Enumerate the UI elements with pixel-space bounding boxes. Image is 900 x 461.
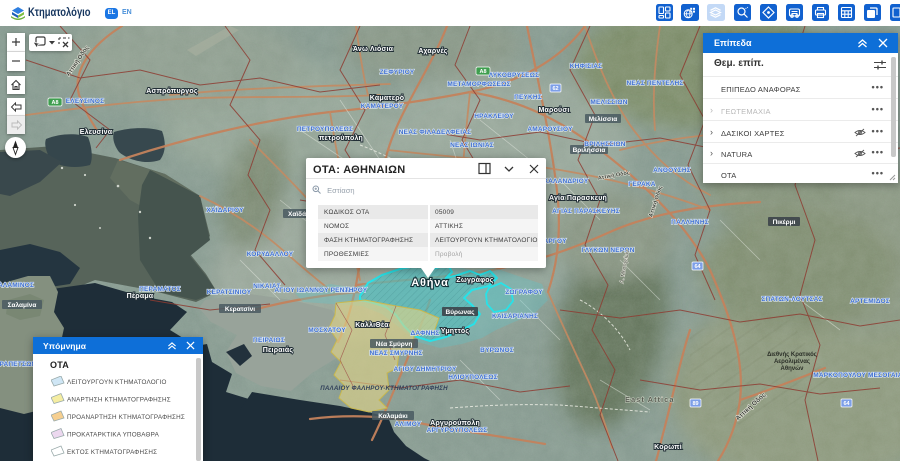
svg-text:ΜΟΣΧΑΤΟΥ: ΜΟΣΧΑΤΟΥ bbox=[308, 327, 346, 334]
svg-text:89: 89 bbox=[692, 401, 698, 407]
svg-text:ΑΓΙΟΥ ΔΗΜΗΤΡΙΟΥ: ΑΓΙΟΥ ΔΗΜΗΤΡΙΟΥ bbox=[394, 366, 457, 373]
svg-text:ΣΑΛΑΜΙΝΟΣ: ΣΑΛΑΜΙΝΟΣ bbox=[0, 282, 34, 289]
svg-text:Αργυρούπολη: Αργυρούπολη bbox=[430, 419, 480, 427]
svg-text:Αθήνα: Αθήνα bbox=[411, 277, 449, 289]
svg-text:ΑΛΙΜΟΥ: ΑΛΙΜΟΥ bbox=[395, 421, 422, 428]
svg-text:Κορωπί: Κορωπί bbox=[654, 444, 682, 451]
svg-text:ΠΡΟΚΑΤΑΡΚΤΙΚΑ ΥΠΟΒΑΘΡΑ: ΠΡΟΚΑΤΑΡΚΤΙΚΑ ΥΠΟΒΑΘΡΑ bbox=[67, 432, 160, 439]
svg-text:Αθηνών: Αθηνών bbox=[781, 366, 805, 372]
svg-text:ΠΑΛΛΗΝΗΣ: ΠΑΛΛΗΝΗΣ bbox=[671, 219, 709, 226]
svg-text:ΑΜΑΡΟΥΣΙΟΥ: ΑΜΑΡΟΥΣΙΟΥ bbox=[527, 126, 573, 133]
svg-text:Μαρούσι: Μαρούσι bbox=[539, 107, 570, 114]
svg-text:ΛΕΙΤΟΥΡΓΟΥΝ ΚΤΗΜΑΤΟΛΟΓΙΟ: ΛΕΙΤΟΥΡΓΟΥΝ ΚΤΗΜΑΤΟΛΟΓΙΟ bbox=[67, 379, 167, 386]
svg-text:ΕΛΕΥΣΙΝΟΣ: ΕΛΕΥΣΙΝΟΣ bbox=[66, 98, 105, 105]
svg-text:ΝΕΑΣ ΠΕΝΤΕΛΗΣ: ΝΕΑΣ ΠΕΝΤΕΛΗΣ bbox=[627, 80, 684, 87]
svg-text:Πειραιάς: Πειραιάς bbox=[263, 347, 294, 354]
svg-text:64: 64 bbox=[694, 264, 701, 270]
svg-text:ΠΕΥΚΗΣ: ΠΕΥΚΗΣ bbox=[514, 94, 542, 101]
svg-text:Βύρωνας: Βύρωνας bbox=[446, 309, 476, 316]
svg-text:Αερολιμένας: Αερολιμένας bbox=[774, 359, 810, 365]
svg-text:Πικέρμι: Πικέρμι bbox=[773, 219, 796, 226]
svg-text:ΜΑΡΚΟΠΟΥΛΟΥ ΜΕΣΟΓΑΙΑΣ: ΜΑΡΚΟΠΟΥΛΟΥ ΜΕΣΟΓΑΙΑΣ bbox=[813, 372, 900, 379]
svg-text:ΑΝΘΟΥΣΗΣ: ΑΝΘΟΥΣΗΣ bbox=[653, 167, 691, 174]
svg-text:ΚαλλιΘέα: ΚαλλιΘέα bbox=[355, 321, 389, 329]
svg-text:ΒΡΙΛΗΣΣΙΩΝ: ΒΡΙΛΗΣΣΙΩΝ bbox=[584, 141, 625, 148]
svg-text:ΝΕΑΣ ΣΜΥΡΝΗΣ: ΝΕΑΣ ΣΜΥΡΝΗΣ bbox=[369, 350, 422, 357]
svg-text:ΔΑΦΝΗΣ: ΔΑΦΝΗΣ bbox=[410, 330, 439, 337]
svg-text:ΠΡΟΑΝΑΡΤΗΣΗ ΚΤΗΜΑΤΟΓΡΑΦΗΣΗΣ: ΠΡΟΑΝΑΡΤΗΣΗ ΚΤΗΜΑΤΟΓΡΑΦΗΣΗΣ bbox=[67, 414, 185, 421]
svg-text:ΠΕΡΑΜΑΤΟΣ: ΠΕΡΑΜΑΤΟΣ bbox=[139, 286, 181, 293]
svg-text:Αχαρνές: Αχαρνές bbox=[418, 48, 447, 55]
svg-text:ΣΠΑΤΩΝ-ΛΟΥΤΣΑΣ: ΣΠΑΤΩΝ-ΛΟΥΤΣΑΣ bbox=[761, 296, 822, 303]
svg-text:ΓΕΡΑΚΑ: ΓΕΡΑΚΑ bbox=[628, 181, 655, 188]
svg-text:Σαλαμίνα: Σαλαμίνα bbox=[8, 301, 37, 309]
svg-text:ΜΕΛΙΣΣΙΩΝ: ΜΕΛΙΣΣΙΩΝ bbox=[590, 99, 627, 106]
svg-text:ΑΡΓΥΡΟΥΠΟΛΕΩΣ: ΑΡΓΥΡΟΥΠΟΛΕΩΣ bbox=[427, 427, 488, 434]
svg-text:ΝΕΑΣ ΙΩΝΙΑΣ: ΝΕΑΣ ΙΩΝΙΑΣ bbox=[450, 142, 494, 149]
svg-text:ΑΝΑΡΤΗΣΗ ΚΤΗΜΑΤΟΓΡΑΦΗΣΗΣ: ΑΝΑΡΤΗΣΗ ΚΤΗΜΑΤΟΓΡΑΦΗΣΗΣ bbox=[67, 397, 171, 404]
svg-text:ΧΑΪΔΑΡΙΟΥ: ΧΑΪΔΑΡΙΟΥ bbox=[206, 206, 244, 214]
svg-text:ΖΩΓΡΑΦΟΥ: ΖΩΓΡΑΦΟΥ bbox=[505, 289, 543, 296]
svg-text:Καματερό: Καματερό bbox=[370, 95, 404, 102]
svg-text:Μελίσσια: Μελίσσια bbox=[589, 115, 618, 123]
svg-text:ΚΑΜΑΤΕΡΟΥ: ΚΑΜΑΤΕΡΟΥ bbox=[361, 103, 404, 110]
svg-text:ΑΓΙΟΥ ΙΩΑΝΝΟΥ ΡΕΝΤΗ: ΑΓΙΟΥ ΙΩΑΝΝΟΥ ΡΕΝΤΗ bbox=[274, 287, 353, 294]
svg-text:πετρούπολη: πετρούπολη bbox=[319, 134, 363, 142]
svg-text:Α8: Α8 bbox=[51, 100, 58, 106]
svg-text:Ασπρόπυργος: Ασπρόπυργος bbox=[146, 88, 198, 95]
svg-text:ΚΗΦΙΣΙΑΣ: ΚΗΦΙΣΙΑΣ bbox=[570, 63, 602, 70]
svg-text:Άνω Λιόσια: Άνω Λιόσια bbox=[353, 46, 394, 53]
svg-text:Νέα Σμύρνη: Νέα Σμύρνη bbox=[376, 341, 413, 348]
svg-text:ΖΕΦΥΡΙΟΥ: ΖΕΦΥΡΙΟΥ bbox=[380, 69, 415, 76]
svg-text:Καλαμάκι: Καλαμάκι bbox=[378, 412, 408, 420]
svg-text:Ζωγράφος: Ζωγράφος bbox=[456, 277, 493, 284]
svg-text:Κερατσίνι: Κερατσίνι bbox=[225, 306, 255, 313]
svg-text:ΛΥΚΟΒΡΥΣΕΩΣ: ΛΥΚΟΒΡΥΣΕΩΣ bbox=[489, 72, 539, 79]
svg-text:ΚΟΡΥΔΑΛΛΟΥ: ΚΟΡΥΔΑΛΛΟΥ bbox=[247, 251, 294, 258]
svg-text:ΜΕΤΑΜΟΡΦΩΣΕΩΣ: ΜΕΤΑΜΟΡΦΩΣΕΩΣ bbox=[447, 81, 510, 88]
svg-text:ΗΛΙΟΥΠΟΛΕΩΣ: ΗΛΙΟΥΠΟΛΕΩΣ bbox=[448, 374, 498, 381]
svg-text:Υμηττός: Υμηττός bbox=[441, 328, 470, 335]
svg-text:East Attica: East Attica bbox=[625, 395, 675, 404]
svg-text:ΑΡΤΕΜΙΔΟΣ: ΑΡΤΕΜΙΔΟΣ bbox=[850, 298, 890, 305]
svg-text:ΒΥΡΩΝΟΣ: ΒΥΡΩΝΟΣ bbox=[480, 347, 514, 354]
svg-text:ΚΕΡΑΤΣΙΝΙΟΥ: ΚΕΡΑΤΣΙΝΙΟΥ bbox=[207, 289, 252, 296]
svg-text:Πέραμα: Πέραμα bbox=[127, 293, 154, 300]
svg-text:Α8: Α8 bbox=[479, 69, 486, 75]
svg-text:ΠΑΛΑΙΟΥ ΦΑΛΗΡΟΥ-ΚΤΗΜΑΤΟΓΡΑΦΗΣΗ: ΠΑΛΑΙΟΥ ΦΑΛΗΡΟΥ-ΚΤΗΜΑΤΟΓΡΑΦΗΣΗ bbox=[320, 385, 448, 392]
svg-text:ΚΑΙΣΑΡΙΑΝΗΣ: ΚΑΙΣΑΡΙΑΝΗΣ bbox=[492, 313, 538, 320]
svg-text:ΧΑΛΑΝΔΡΙΟΥ: ΧΑΛΑΝΔΡΙΟΥ bbox=[544, 178, 589, 185]
svg-text:ΠΕΙΡΑΙΩΣ: ΠΕΙΡΑΙΩΣ bbox=[253, 337, 285, 344]
svg-text:64: 64 bbox=[843, 401, 850, 407]
svg-text:Αγία Παρασκευή: Αγία Παρασκευή bbox=[549, 195, 607, 202]
svg-text:ΠΕΤΡΟΥΠΟΛΕΩΣ: ΠΕΤΡΟΥΠΟΛΕΩΣ bbox=[297, 126, 353, 133]
svg-text:ΑΓΙΑΣ ΠΑΡΑΣΚΕΥΗΣ: ΑΓΙΑΣ ΠΑΡΑΣΚΕΥΗΣ bbox=[552, 208, 620, 215]
svg-text:ΗΡΑΚΛΕΙΟΥ: ΗΡΑΚΛΕΙΟΥ bbox=[474, 113, 514, 120]
svg-text:ΝΕΑΣ ΦΙΛΑΔΕΛΦΕΙΑΣ: ΝΕΑΣ ΦΙΛΑΔΕΛΦΕΙΑΣ bbox=[399, 129, 471, 136]
svg-text:62: 62 bbox=[552, 86, 558, 92]
svg-text:Ελευσίνα: Ελευσίνα bbox=[80, 128, 113, 136]
svg-text:Διεθνής Κρατικός: Διεθνής Κρατικός bbox=[767, 352, 817, 358]
svg-text:ΕΚΤΟΣ ΚΤΗΜΑΤΟΓΡΑΦΗΣΗΣ: ΕΚΤΟΣ ΚΤΗΜΑΤΟΓΡΑΦΗΣΗΣ bbox=[67, 449, 157, 456]
